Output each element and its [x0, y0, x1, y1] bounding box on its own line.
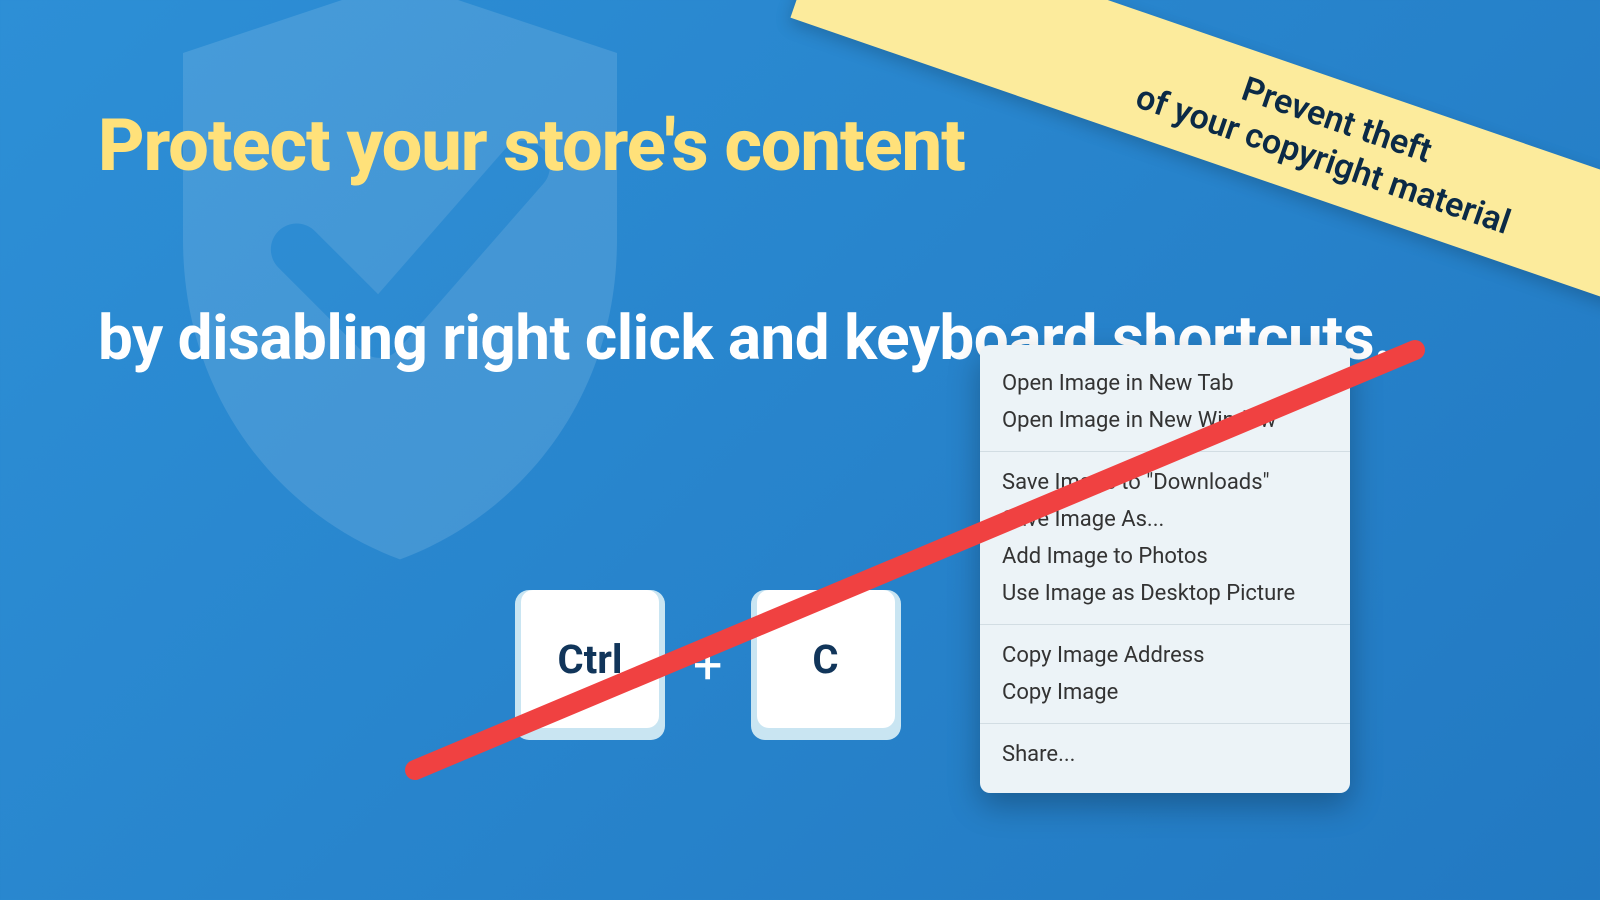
menu-item-share[interactable]: Share... [980, 736, 1350, 773]
key-c: C [751, 590, 901, 740]
menu-item-copy-address[interactable]: Copy Image Address [980, 637, 1350, 674]
menu-divider [980, 723, 1350, 724]
menu-item-copy-image[interactable]: Copy Image [980, 674, 1350, 711]
menu-item-add-photos[interactable]: Add Image to Photos [980, 538, 1350, 575]
menu-divider [980, 624, 1350, 625]
keyboard-shortcut: Ctrl + C [515, 590, 901, 740]
menu-item-open-new-window[interactable]: Open Image in New Window [980, 402, 1350, 439]
key-ctrl: Ctrl [515, 590, 665, 740]
menu-item-desktop-picture[interactable]: Use Image as Desktop Picture [980, 575, 1350, 612]
headline: Protect your store's content [98, 105, 965, 188]
shield-bg-icon [140, 0, 660, 580]
menu-item-open-new-tab[interactable]: Open Image in New Tab [980, 365, 1350, 402]
key-c-label: C [757, 590, 895, 728]
key-ctrl-label: Ctrl [521, 590, 659, 728]
menu-divider [980, 451, 1350, 452]
menu-item-save-as[interactable]: Save Image As... [980, 501, 1350, 538]
menu-item-save-downloads[interactable]: Save Image to "Downloads" [980, 464, 1350, 501]
context-menu: Open Image in New Tab Open Image in New … [980, 345, 1350, 793]
key-plus: + [693, 635, 723, 696]
